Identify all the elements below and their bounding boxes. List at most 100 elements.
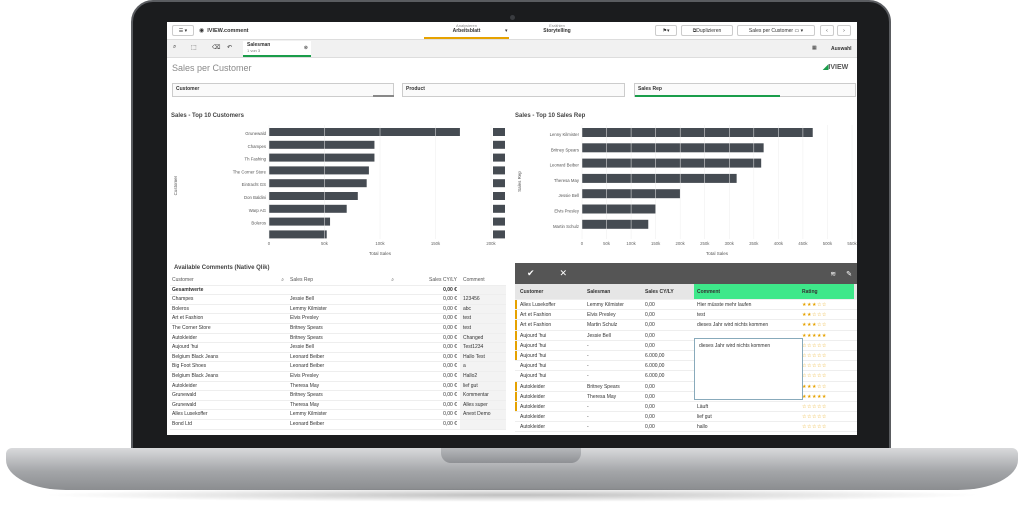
col-customer[interactable]: Customer ⌕ — [170, 276, 290, 285]
bar — [269, 230, 327, 239]
rating-stars[interactable]: ☆☆☆☆☆ — [799, 422, 854, 431]
duplicate-button[interactable]: ⧉ Duplizieren — [681, 25, 733, 36]
selections-grid-icon[interactable]: ▦ — [812, 45, 817, 51]
col-sales-rep[interactable]: Sales Rep ⌕ — [290, 276, 400, 285]
table-cell[interactable]: test — [694, 310, 799, 319]
table-row[interactable]: Belgium Black Jeans Elvis Presley 0,00 € Ha… — [170, 371, 506, 382]
table-cell[interactable]: Hier müsste mehr laufen — [694, 300, 799, 309]
col-sales[interactable]: Sales CY/LY — [643, 284, 694, 299]
clear-selections-icon[interactable]: ⌫ — [212, 44, 220, 51]
chevron-down-icon[interactable]: ▾ — [505, 28, 508, 34]
close-icon[interactable]: ⊗ — [304, 45, 308, 51]
table-row[interactable]: Autokleider Theresa May 0,00 € lief gut — [170, 381, 506, 392]
col-sales[interactable]: Sales CY/LY — [400, 276, 460, 285]
table-cell: 0,00 € — [443, 324, 457, 331]
table-row[interactable]: Aujourd 'hui Jessie Bell 0,00 ★★★★★ — [515, 331, 857, 341]
table-cell[interactable]: hallo — [694, 422, 799, 431]
table-row[interactable]: Autokleider Britney Spears 0,00 € Changed — [170, 333, 506, 344]
table-cell[interactable]: Läuft — [694, 402, 799, 411]
table-row[interactable]: Grunewald Theresa May 0,00 € Alles super — [170, 400, 506, 411]
table-cell[interactable]: dieses Jahr wird nichts kommen — [694, 320, 799, 329]
col-comment[interactable]: Comment — [460, 276, 506, 285]
rating-stars[interactable]: ☆☆☆☆☆ — [799, 341, 854, 350]
table-row[interactable]: Autokleider - 0,00 lief gut ☆☆☆☆☆ — [515, 412, 857, 423]
filter-customer[interactable]: Customer — [172, 83, 394, 97]
col-customer[interactable]: Customer — [515, 284, 585, 299]
filter-sales-rep-label: Sales Rep — [638, 86, 662, 92]
table-row[interactable]: Champes Jessie Bell 0,00 €123456 — [170, 295, 506, 305]
table-row[interactable]: Big Foot Shoes Leonard Beiber 0,00 € a — [170, 362, 506, 372]
table-row[interactable]: Aujourd 'hui Jessie Bell 0,00 € Test1234 — [170, 343, 506, 353]
database-icon[interactable]: ≋ — [830, 270, 836, 278]
sheet-selector[interactable]: Sales per Customer ▭ ▾ — [737, 25, 815, 36]
selections-button[interactable]: Auswahl — [831, 46, 852, 52]
category-label: Boleros — [251, 221, 266, 226]
table-row[interactable]: The Corner Store Britney Spears 0,00 € test — [170, 323, 506, 334]
totals-value: 0,00 € — [443, 286, 457, 293]
table-row[interactable]: Aujourd 'hui - 6.000,00 ☆☆☆☆☆ — [515, 371, 857, 382]
table-cell: 123456 — [460, 295, 506, 304]
table-cell: - — [587, 424, 589, 431]
table-row[interactable]: Grunewald Britney Spears 0,00 € Kommentar — [170, 391, 506, 401]
table-row[interactable]: Art et Fashion Elvis Presley 0,00 test ★★☆☆☆ — [515, 310, 857, 321]
lasso-icon[interactable]: ⬚ — [191, 44, 197, 51]
rating-stars[interactable]: ★★★☆☆ — [799, 300, 854, 309]
rating-stars[interactable]: ☆☆☆☆☆ — [799, 412, 854, 421]
table-cell[interactable]: lief gut — [694, 412, 799, 421]
col-rating[interactable]: Rating — [799, 284, 854, 299]
table-cell: Jessie Bell — [290, 296, 314, 303]
tab-story[interactable]: Erzählen Storytelling — [517, 23, 597, 39]
table-row[interactable]: Autokleider Theresa May 0,00 ★★★★★ — [515, 392, 857, 402]
smart-search-icon[interactable]: ⌕ — [173, 44, 176, 51]
table-row[interactable]: Aujourd 'hui - 0,00 ☆☆☆☆☆ — [515, 341, 857, 351]
rating-stars[interactable]: ★★★★★ — [799, 392, 854, 401]
table-row[interactable]: Art et Fashion Elvis Presley 0,00 € test — [170, 314, 506, 324]
table-row[interactable]: Autokleider - 0,00 Läuft ☆☆☆☆☆ — [515, 402, 857, 413]
rating-stars[interactable]: ☆☆☆☆☆ — [799, 351, 854, 360]
table-cell: Kommentar — [460, 391, 506, 400]
iview-comment-panel: ✔ ✕ ≋ ✎ Customer Salesman Sales CY/LY Co… — [515, 263, 857, 435]
rating-stars[interactable]: ☆☆☆☆☆ — [799, 361, 854, 370]
rating-stars[interactable]: ☆☆☆☆☆ — [799, 402, 854, 411]
scroll-mini-bar — [493, 179, 505, 188]
category-label: Warp AG — [249, 208, 267, 213]
bookmark-button[interactable]: ⚑ ▾ — [655, 25, 677, 36]
rating-stars[interactable]: ★★☆☆☆ — [799, 310, 854, 319]
table-row[interactable]: Art et Fashion Martin Schulz 0,00 dieses Ja… — [515, 320, 857, 331]
table-row[interactable]: Autokleider - 0,00 hallo ☆☆☆☆☆ — [515, 422, 857, 433]
comment-editor[interactable]: dieses Jahr wird nichts kommen — [694, 338, 803, 400]
back-icon[interactable]: ↶ — [227, 44, 232, 51]
table-row[interactable]: Alles Lusekoffer Lemmy Kilmister 0,00 Hier … — [515, 300, 857, 311]
table-row[interactable]: Autokleider Britney Spears 0,00 ★★★☆☆ — [515, 382, 857, 392]
menu-button[interactable]: ☰ ▾ — [172, 25, 194, 36]
rating-stars[interactable]: ☆☆☆☆☆ — [799, 371, 854, 380]
tab-analyze[interactable]: Analysieren Arbeitsblatt — [424, 23, 509, 39]
table-row[interactable]: Alles Lusekoffer Lemmy Kilmister 0,00 € Ane… — [170, 410, 506, 420]
next-sheet-button[interactable]: › — [837, 25, 851, 36]
rating-stars[interactable]: ★★★★★ — [799, 331, 854, 340]
prev-sheet-button[interactable]: ‹ — [820, 25, 834, 36]
table-cell: Britney Spears — [587, 383, 620, 390]
table-row[interactable]: Aujourd 'hui - 6.000,00 ☆☆☆☆☆ — [515, 351, 857, 362]
rating-stars[interactable]: ★★★☆☆ — [799, 382, 854, 391]
col-comment[interactable]: Comment — [694, 284, 799, 299]
search-icon[interactable]: ⌕ — [391, 276, 394, 286]
filter-sales-rep[interactable]: Sales Rep — [634, 83, 856, 97]
table-row[interactable]: Belgium Black Jeans Leonard Beiber 0,00 € H… — [170, 352, 506, 363]
edit-icon[interactable]: ✎ — [846, 270, 852, 278]
table-row[interactable]: Aujourd 'hui - 6.000,00 ☆☆☆☆☆ — [515, 361, 857, 372]
rating-stars[interactable]: ★★★☆☆ — [799, 320, 854, 329]
cancel-icon[interactable]: ✕ — [560, 268, 568, 279]
table-row[interactable]: Bond Ltd Leonard Beiber 0,00 € — [170, 419, 506, 430]
table-cell: 0,00 — [645, 322, 655, 329]
table-row[interactable]: Boleros Lemmy Kilmister 0,00 € abc — [170, 304, 506, 315]
confirm-icon[interactable]: ✔ — [527, 268, 535, 279]
duplicate-label: Duplizieren — [696, 27, 722, 34]
tick-label: 400k — [774, 241, 784, 246]
filter-product[interactable]: Product — [402, 83, 625, 97]
tick-label: 450k — [798, 241, 808, 246]
selection-chip-salesman[interactable]: Salesman 1 von 3 ⊗ — [243, 41, 311, 57]
search-icon[interactable]: ⌕ — [281, 276, 284, 286]
col-salesman[interactable]: Salesman — [585, 284, 643, 299]
comment-table: Customer Salesman Sales CY/LY Comment Ra… — [515, 284, 857, 433]
